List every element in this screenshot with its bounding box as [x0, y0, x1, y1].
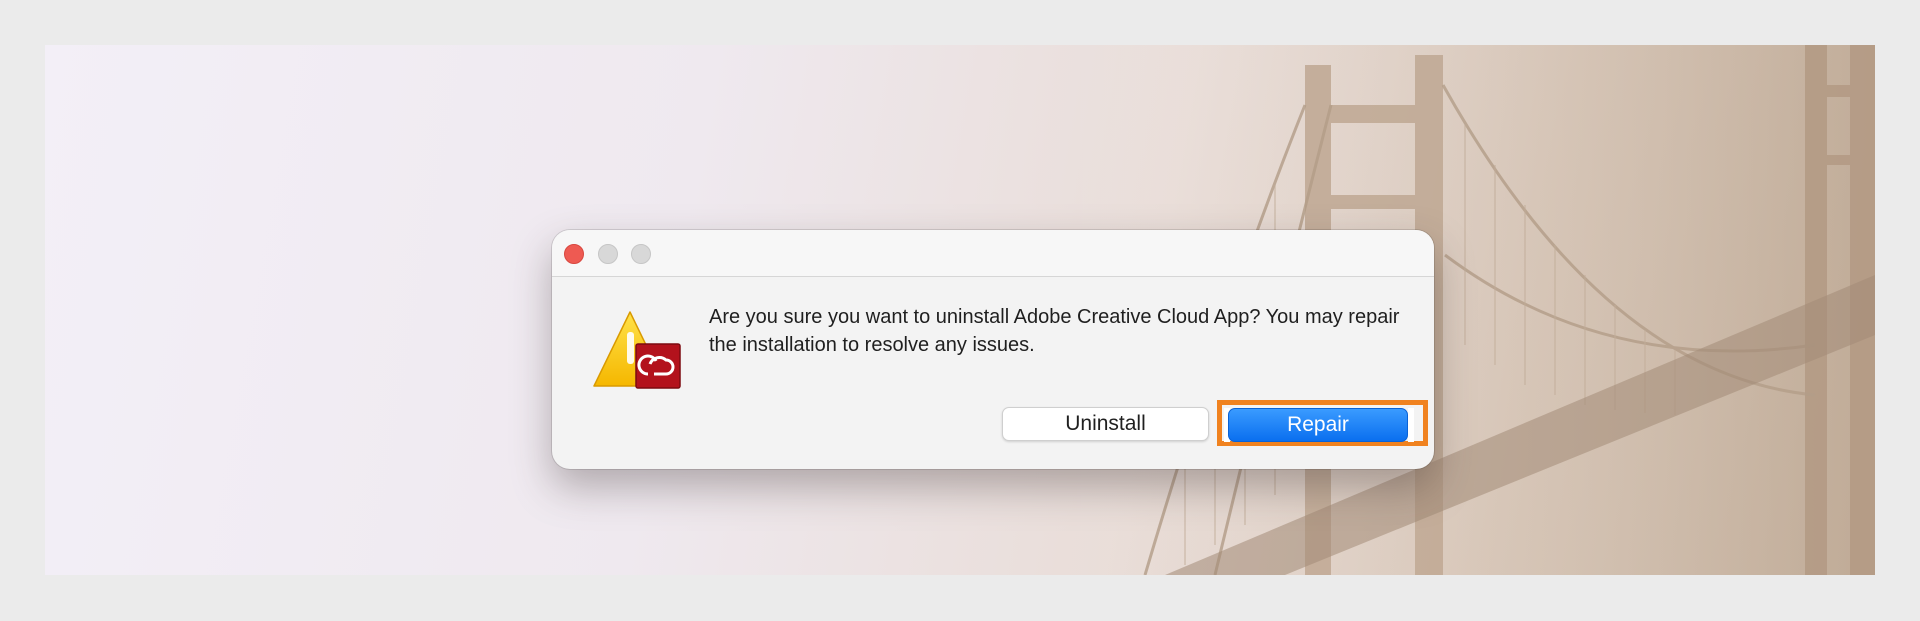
desktop-background: Are you sure you want to uninstall Adobe… — [45, 45, 1875, 575]
warning-creative-cloud-icon — [592, 308, 682, 392]
dialog-titlebar — [552, 230, 1434, 277]
minimize-icon[interactable] — [598, 244, 618, 264]
uninstall-button[interactable]: Uninstall — [1002, 407, 1209, 441]
repair-button-edge — [1408, 408, 1414, 442]
uninstall-dialog: Are you sure you want to uninstall Adobe… — [552, 230, 1434, 469]
close-icon[interactable] — [564, 244, 584, 264]
repair-button[interactable]: Repair — [1228, 408, 1408, 442]
dialog-message: Are you sure you want to uninstall Adobe… — [709, 306, 1400, 356]
zoom-icon[interactable] — [631, 244, 651, 264]
